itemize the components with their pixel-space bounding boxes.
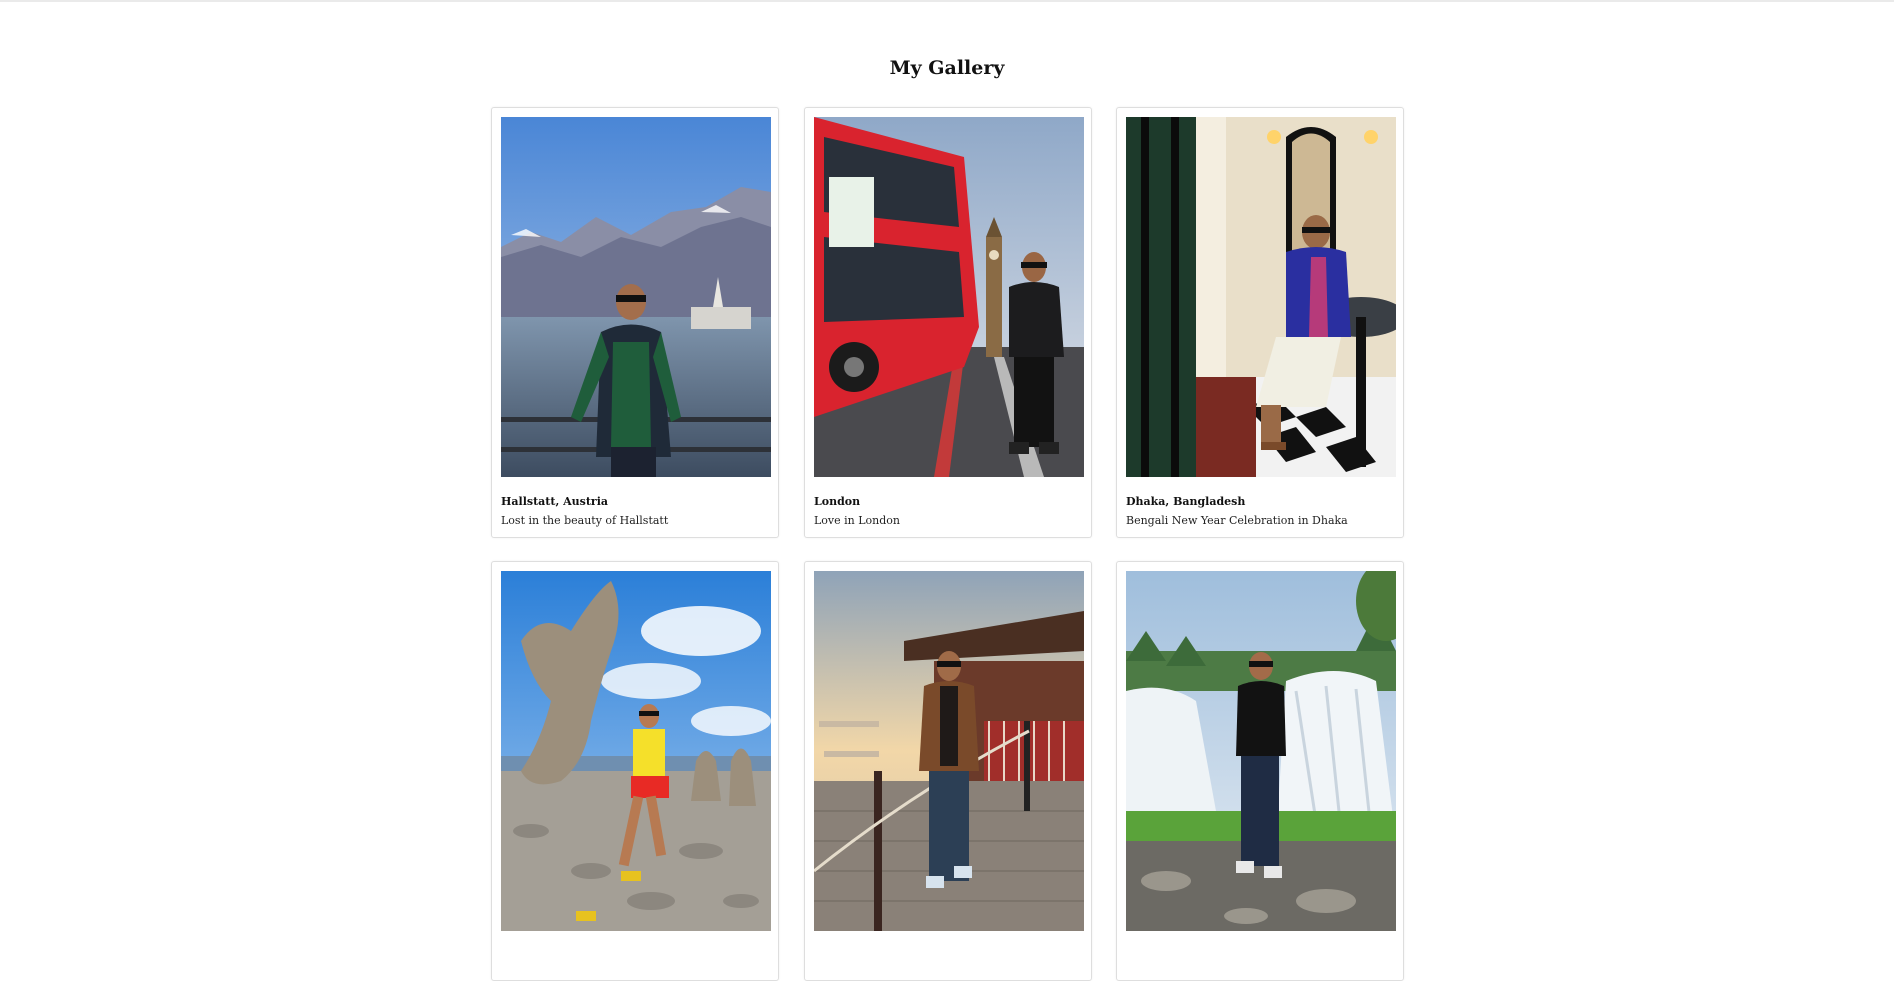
- gallery-card[interactable]: Hallstatt, Austria Lost in the beauty of…: [491, 107, 779, 538]
- gallery-photo-dhaka[interactable]: [1126, 117, 1396, 477]
- gallery-item-title: Hallstatt, Austria: [501, 495, 609, 508]
- gallery-card[interactable]: [491, 561, 779, 981]
- gallery-item-title: London: [814, 495, 861, 508]
- gallery-item-title: Dhaka, Bangladesh: [1126, 495, 1246, 508]
- gallery-photo-terrace[interactable]: [814, 571, 1084, 931]
- page-title: My Gallery: [889, 57, 1005, 79]
- gallery-item-description: Bengali New Year Celebration in Dhaka: [1126, 514, 1348, 527]
- gallery-card[interactable]: [1116, 561, 1404, 981]
- gallery-photo-waterfall[interactable]: [1126, 571, 1396, 931]
- gallery-item-description: Love in London: [814, 514, 901, 527]
- gallery-photo-rock-stacks[interactable]: [501, 571, 771, 931]
- gallery-item-description: Lost in the beauty of Hallstatt: [501, 514, 669, 527]
- gallery-photo-london[interactable]: [814, 117, 1084, 477]
- gallery-card[interactable]: London Love in London: [804, 107, 1092, 538]
- gallery-card[interactable]: [804, 561, 1092, 981]
- gallery-card[interactable]: Dhaka, Bangladesh Bengali New Year Celeb…: [1116, 107, 1404, 538]
- top-divider: [0, 0, 1894, 2]
- gallery-photo-hallstatt[interactable]: [501, 117, 771, 477]
